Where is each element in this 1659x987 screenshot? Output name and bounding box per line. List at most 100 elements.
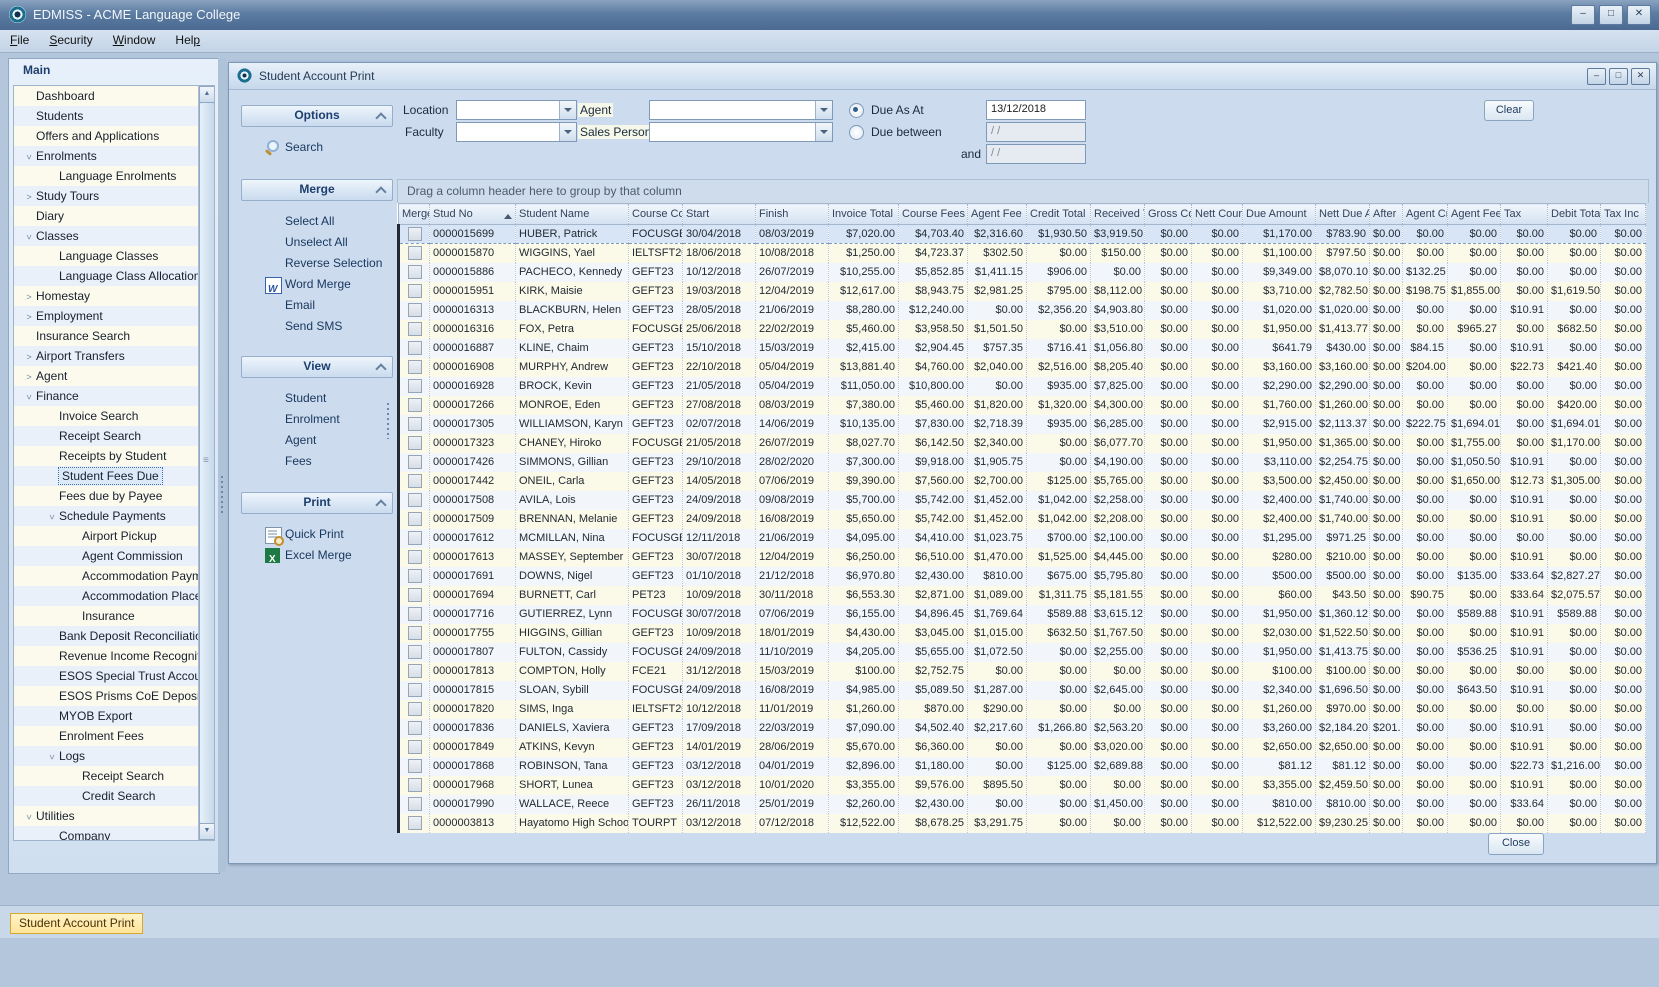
merge-checkbox[interactable] [408,341,422,355]
sidebar-item-dashboard[interactable]: Dashboard [14,86,199,106]
sidebar-item-credit-search[interactable]: Credit Search [14,786,199,806]
column-header-nett-cours[interactable]: Nett Cours [1192,204,1243,225]
expand-icon[interactable]: > [22,347,36,366]
sidebar-item-agent-commission[interactable]: Agent Commission [14,546,199,566]
student-accounts-table[interactable]: MergeStud NoStudent NameCourse CoStartFi… [397,203,1646,833]
merge-checkbox[interactable] [408,550,422,564]
table-row[interactable]: 0000015886PACHECO, KennedyGEFT2310/12/20… [399,263,1646,282]
print-item-quick-print[interactable]: Quick Print [241,524,393,545]
sidebar-item-airport-pickup[interactable]: Airport Pickup [14,526,199,546]
maximize-icon[interactable]: □ [1599,5,1623,25]
column-header-course-fees[interactable]: Course Fees [899,204,968,225]
sidebar-item-receipts-by-student[interactable]: Receipts by Student [14,446,199,466]
sidebar-item-study-tours[interactable]: >Study Tours [14,186,199,206]
table-row[interactable]: 0000017323CHANEY, HirokoFOCUSGEF21/05/20… [399,434,1646,453]
sidebar-item-utilities[interactable]: >Utilities [14,806,199,826]
sidebar-item-language-class-allocation[interactable]: Language Class Allocation [14,266,199,286]
merge-checkbox[interactable] [408,512,422,526]
merge-item-word-merge[interactable]: Word Merge [241,274,393,295]
sidebar-item-receipt-search[interactable]: Receipt Search [14,766,199,786]
collapse-icon[interactable]: > [42,750,62,764]
close-button[interactable]: Close [1488,833,1544,855]
column-header-due-amount[interactable]: Due Amount [1243,204,1316,225]
agent-dropdown-icon[interactable] [815,101,832,119]
table-row[interactable]: 0000017613MASSEY, SeptemberGEFT2330/07/2… [399,548,1646,567]
panel-print-header[interactable]: Print [241,492,393,514]
view-item-fees[interactable]: Fees [241,451,393,472]
merge-checkbox[interactable] [408,455,422,469]
merge-checkbox[interactable] [408,721,422,735]
location-dropdown-icon[interactable] [559,101,576,119]
sidebar-item-myob-export[interactable]: MYOB Export [14,706,199,726]
table-row[interactable]: 0000017426SIMMONS, GillianGEFT2329/10/20… [399,453,1646,472]
expand-icon[interactable]: > [22,187,36,206]
column-header-student-name[interactable]: Student Name [516,204,629,225]
child-minimize-icon[interactable]: – [1587,68,1606,85]
table-row[interactable]: 0000003813Hayatomo High SchoolTOURPT03/1… [399,814,1646,833]
child-close-icon[interactable]: ✕ [1631,68,1650,85]
merge-item-send-sms[interactable]: Send SMS [241,316,393,337]
column-header-start[interactable]: Start [683,204,756,225]
sidebar-item-logs[interactable]: >Logs [14,746,199,766]
merge-checkbox[interactable] [408,360,422,374]
table-row[interactable]: 0000017868ROBINSON, TanaGEFT2303/12/2018… [399,757,1646,776]
merge-item-select-all[interactable]: Select All [241,211,393,232]
sidebar-item-insurance-search[interactable]: Insurance Search [14,326,199,346]
column-header-invoice-total[interactable]: Invoice Total [829,204,899,225]
merge-checkbox[interactable] [408,379,422,393]
due-between-radio[interactable] [849,125,864,140]
menu-file[interactable]: File [0,30,39,47]
merge-checkbox[interactable] [408,322,422,336]
column-header-merge[interactable]: Merge [399,204,430,225]
sidebar-item-insurance[interactable]: Insurance [14,606,199,626]
panel-splitter-grip[interactable] [387,403,389,439]
agent-select[interactable] [649,100,833,120]
merge-checkbox[interactable] [408,417,422,431]
table-row[interactable]: 0000016887KLINE, ChaimGEFT2315/10/201815… [399,339,1646,358]
column-header-nett-due-a[interactable]: Nett Due A [1316,204,1370,225]
merge-checkbox[interactable] [408,436,422,450]
group-by-bar[interactable]: Drag a column header here to group by th… [397,179,1649,203]
tab-student-account-print[interactable]: Student Account Print [10,913,143,934]
merge-item-unselect-all[interactable]: Unselect All [241,232,393,253]
sidebar-item-airport-transfers[interactable]: >Airport Transfers [14,346,199,366]
merge-checkbox[interactable] [408,588,422,602]
menu-window[interactable]: Window [103,30,166,47]
sidebar-item-invoice-search[interactable]: Invoice Search [14,406,199,426]
panel-options-header[interactable]: Options [241,105,393,127]
table-row[interactable]: 0000016316FOX, PetraFOCUSGEF25/06/201822… [399,320,1646,339]
table-row[interactable]: 0000015870WIGGINS, YaelIELTSFT2018/06/20… [399,244,1646,263]
sidebar-item-language-enrolments[interactable]: Language Enrolments [14,166,199,186]
merge-checkbox[interactable] [408,816,422,830]
sidebar-item-company[interactable]: Company [14,826,199,841]
table-row[interactable]: 0000017968SHORT, LuneaGEFT2303/12/201810… [399,776,1646,795]
scroll-thumb[interactable] [199,102,215,824]
table-row[interactable]: 0000017694BURNETT, CarlPET2310/09/201830… [399,586,1646,605]
view-item-student[interactable]: Student [241,388,393,409]
merge-checkbox[interactable] [408,398,422,412]
view-item-enrolment[interactable]: Enrolment [241,409,393,430]
table-row[interactable]: 0000017442ONEIL, CarlaGEFT2314/05/201807… [399,472,1646,491]
faculty-select[interactable] [456,122,577,142]
expand-icon[interactable]: > [22,307,36,326]
collapse-icon[interactable]: > [19,230,39,244]
sidebar-item-classes[interactable]: >Classes [14,226,199,246]
column-header-agent-fee[interactable]: Agent Fee [1448,204,1501,225]
table-row[interactable]: 0000017820SIMS, IngaIELTSFT2010/12/20181… [399,700,1646,719]
table-row[interactable]: 0000017807FULTON, CassidyFOCUSGEF24/09/2… [399,643,1646,662]
sales-person-dropdown-icon[interactable] [815,123,832,141]
sidebar-item-esos-special-trust-account[interactable]: ESOS Special Trust Account [14,666,199,686]
view-item-agent[interactable]: Agent [241,430,393,451]
merge-checkbox[interactable] [408,645,422,659]
merge-checkbox[interactable] [408,664,422,678]
expand-icon[interactable]: > [22,287,36,306]
table-row[interactable]: 0000017612MCMILLAN, NinaFOCUSGEF12/11/20… [399,529,1646,548]
table-row[interactable]: 0000017508AVILA, LoisGEFT2324/09/201809/… [399,491,1646,510]
collapse-icon[interactable]: > [42,510,62,524]
sidebar-item-agent[interactable]: >Agent [14,366,199,386]
sidebar-item-student-fees-due[interactable]: Student Fees Due [14,466,199,486]
due-as-at-date[interactable]: 13/12/2018 [986,100,1086,120]
table-row[interactable]: 0000015699HUBER, PatrickFOCUSGEF30/04/20… [399,225,1646,244]
due-as-at-radio[interactable] [849,103,864,118]
merge-checkbox[interactable] [408,265,422,279]
